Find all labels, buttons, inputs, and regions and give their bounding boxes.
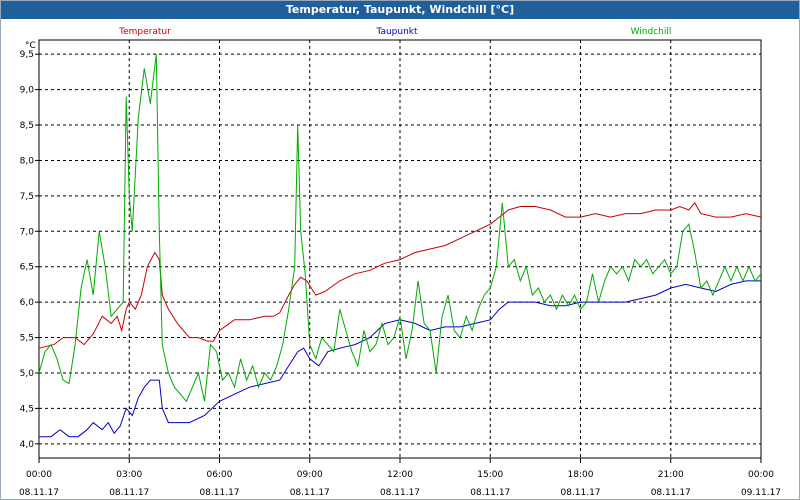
legend-item-taupunkt: Taupunkt bbox=[375, 27, 418, 37]
y-tick-label: 4,0 bbox=[20, 440, 35, 450]
x-tick-date: 08.11.17 bbox=[560, 488, 600, 498]
y-tick-label: 9,5 bbox=[20, 50, 34, 60]
x-tick-date: 08.11.17 bbox=[109, 488, 149, 498]
y-tick-label: 9,0 bbox=[20, 86, 35, 96]
line-chart: 4,0 4,5 5,0 5,5 6,0 6,5 7,0 7,5 8,0 8,5 9,0 9,5 00:… bbox=[19, 27, 781, 498]
x-tick-date: 08.11.17 bbox=[19, 488, 59, 498]
x-tick-time: 00:00 bbox=[26, 470, 52, 480]
x-tick-time: 15:00 bbox=[477, 470, 503, 480]
legend-item-temperatur: Temperatur bbox=[118, 27, 171, 37]
x-tick-date: 08.11.17 bbox=[651, 488, 691, 498]
y-axis-ticks: 4,0 4,5 5,0 5,5 6,0 6,5 7,0 7,5 8,0 8,5 9,0 9,5 bbox=[20, 50, 39, 450]
y-axis-label: °C bbox=[25, 41, 36, 51]
y-tick-label: 6,0 bbox=[20, 298, 35, 308]
x-tick-date: 08.11.17 bbox=[470, 488, 510, 498]
chart-title: Temperatur, Taupunkt, Windchill [°C] bbox=[1, 1, 799, 19]
y-tick-label: 5,0 bbox=[20, 369, 35, 379]
y-tick-label: 8,0 bbox=[20, 156, 35, 166]
legend: Temperatur Taupunkt Windchill bbox=[118, 27, 671, 37]
y-tick-label: 4,5 bbox=[20, 404, 34, 414]
x-tick-time: 03:00 bbox=[116, 470, 142, 480]
x-tick-time: 21:00 bbox=[658, 470, 684, 480]
legend-item-windchill: Windchill bbox=[631, 27, 672, 37]
y-tick-label: 7,0 bbox=[20, 227, 35, 237]
x-tick-time: 12:00 bbox=[387, 470, 413, 480]
x-tick-date: 08.11.17 bbox=[199, 488, 239, 498]
x-tick-time: 18:00 bbox=[568, 470, 594, 480]
y-tick-label: 7,5 bbox=[20, 192, 34, 202]
x-tick-time: 09:00 bbox=[297, 470, 323, 480]
y-tick-label: 6,5 bbox=[20, 263, 34, 273]
x-tick-date: 08.11.17 bbox=[380, 488, 420, 498]
x-tick-time: 00:00 bbox=[748, 470, 774, 480]
y-tick-label: 5,5 bbox=[20, 334, 34, 344]
y-tick-label: 8,5 bbox=[20, 121, 34, 131]
chart-window: Temperatur, Taupunkt, Windchill [°C] 4,0… bbox=[0, 0, 800, 500]
x-axis-ticks: 00:00 08.11.17 03:00 08.11.17 06:00 08.11.17 0… bbox=[19, 458, 781, 498]
x-tick-date: 08.11.17 bbox=[290, 488, 330, 498]
x-tick-time: 06:00 bbox=[207, 470, 233, 480]
x-tick-date: 09.11.17 bbox=[741, 488, 781, 498]
